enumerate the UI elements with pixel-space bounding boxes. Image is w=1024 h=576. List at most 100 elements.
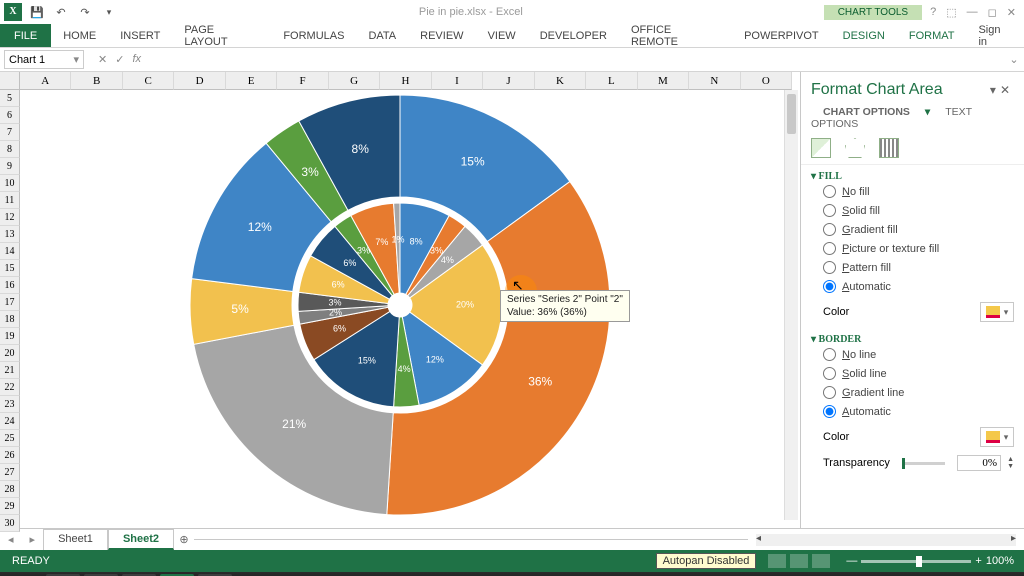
ribbon-ctx-tab-design[interactable]: DESIGN xyxy=(831,24,897,47)
row-26[interactable]: 26 xyxy=(0,447,20,464)
undo-icon[interactable]: ↶ xyxy=(52,3,70,21)
minimize-icon[interactable]: — xyxy=(967,6,978,19)
name-box-dropdown-icon[interactable]: ▾ xyxy=(73,53,79,66)
border-option-automatic[interactable]: Automatic xyxy=(811,402,1014,421)
pane-dropdown-icon[interactable]: ▾ xyxy=(990,83,1000,97)
fill-color-button[interactable] xyxy=(980,302,1014,322)
save-icon[interactable]: 💾 xyxy=(28,3,46,21)
row-28[interactable]: 28 xyxy=(0,481,20,498)
col-L[interactable]: L xyxy=(586,72,637,90)
start-button[interactable] xyxy=(4,572,40,576)
horizontal-scrollbar[interactable] xyxy=(756,534,1016,546)
sign-in-link[interactable]: Sign in xyxy=(966,24,1024,47)
cancel-formula-icon[interactable]: ✕ xyxy=(98,53,107,66)
page-break-view-button[interactable] xyxy=(812,554,830,568)
chart-object[interactable]: 15%36%21%5%12%3%8%8%3%4%20%12%4%15%6%2%3… xyxy=(30,90,770,520)
help-icon[interactable]: ? xyxy=(930,6,936,19)
col-O[interactable]: O xyxy=(741,72,792,90)
col-C[interactable]: C xyxy=(123,72,174,90)
transparency-spin-up[interactable]: ▲ xyxy=(1007,456,1014,463)
pane-tab-chart-options[interactable]: CHART OPTIONS ▾ xyxy=(811,106,930,118)
size-properties-icon[interactable] xyxy=(879,138,899,158)
qat-more-icon[interactable]: ▾ xyxy=(100,3,118,21)
fill-section-header[interactable]: FILL xyxy=(811,171,1014,182)
ribbon-tab-developer[interactable]: DEVELOPER xyxy=(528,24,619,47)
page-layout-view-button[interactable] xyxy=(790,554,808,568)
col-D[interactable]: D xyxy=(174,72,225,90)
normal-view-button[interactable] xyxy=(768,554,786,568)
name-box[interactable]: Chart 1 ▾ xyxy=(4,50,84,69)
col-F[interactable]: F xyxy=(277,72,328,90)
ribbon-tab-data[interactable]: DATA xyxy=(356,24,408,47)
row-8[interactable]: 8 xyxy=(0,141,20,158)
col-I[interactable]: I xyxy=(432,72,483,90)
fill-option-automatic[interactable]: Automatic xyxy=(811,277,1014,296)
row-16[interactable]: 16 xyxy=(0,277,20,294)
row-27[interactable]: 27 xyxy=(0,464,20,481)
row-11[interactable]: 11 xyxy=(0,192,20,209)
fill-option-no-fill[interactable]: No fill xyxy=(811,182,1014,201)
row-17[interactable]: 17 xyxy=(0,294,20,311)
row-21[interactable]: 21 xyxy=(0,362,20,379)
transparency-slider[interactable] xyxy=(902,462,945,465)
ribbon-tab-view[interactable]: VIEW xyxy=(476,24,528,47)
ribbon-tab-home[interactable]: HOME xyxy=(51,24,108,47)
fill-option-pattern-fill[interactable]: Pattern fill xyxy=(811,258,1014,277)
col-G[interactable]: G xyxy=(329,72,380,90)
row-25[interactable]: 25 xyxy=(0,430,20,447)
row-7[interactable]: 7 xyxy=(0,124,20,141)
border-option-gradient-line[interactable]: Gradient line xyxy=(811,383,1014,402)
fill-option-gradient-fill[interactable]: Gradient fill xyxy=(811,220,1014,239)
border-section-header[interactable]: BORDER xyxy=(811,334,1014,345)
sheet-tab-sheet1[interactable]: Sheet1 xyxy=(43,529,108,550)
pane-close-icon[interactable]: ✕ xyxy=(1000,83,1014,97)
row-5[interactable]: 5 xyxy=(0,90,20,107)
vertical-scrollbar[interactable] xyxy=(784,90,798,520)
row-15[interactable]: 15 xyxy=(0,260,20,277)
select-all-cell[interactable] xyxy=(0,72,20,90)
row-24[interactable]: 24 xyxy=(0,413,20,430)
row-19[interactable]: 19 xyxy=(0,328,20,345)
transparency-spin-down[interactable]: ▼ xyxy=(1007,463,1014,470)
row-headers[interactable]: 5678910111213141516171819202122232425262… xyxy=(0,90,20,528)
col-K[interactable]: K xyxy=(535,72,586,90)
ribbon-tab-page-layout[interactable]: PAGE LAYOUT xyxy=(172,24,271,47)
col-E[interactable]: E xyxy=(226,72,277,90)
row-14[interactable]: 14 xyxy=(0,243,20,260)
sheet-nav-next-icon[interactable]: ▸ xyxy=(22,533,44,546)
row-9[interactable]: 9 xyxy=(0,158,20,175)
zoom-in-button[interactable]: + xyxy=(975,555,981,567)
ribbon-ctx-tab-format[interactable]: FORMAT xyxy=(897,24,967,47)
row-10[interactable]: 10 xyxy=(0,175,20,192)
redo-icon[interactable]: ↷ xyxy=(76,3,94,21)
ribbon-display-icon[interactable]: ⬚ xyxy=(946,6,956,19)
row-18[interactable]: 18 xyxy=(0,311,20,328)
maximize-icon[interactable]: ◻ xyxy=(988,6,997,19)
ribbon-tab-review[interactable]: REVIEW xyxy=(408,24,475,47)
col-A[interactable]: A xyxy=(20,72,71,90)
zoom-out-button[interactable]: — xyxy=(846,555,857,567)
row-22[interactable]: 22 xyxy=(0,379,20,396)
row-23[interactable]: 23 xyxy=(0,396,20,413)
ribbon-tab-office-remote[interactable]: OFFICE REMOTE xyxy=(619,24,732,47)
row-29[interactable]: 29 xyxy=(0,498,20,515)
file-tab[interactable]: FILE xyxy=(0,24,51,47)
enter-formula-icon[interactable]: ✓ xyxy=(115,53,124,66)
ribbon-tab-powerpivot[interactable]: POWERPIVOT xyxy=(732,24,831,47)
ribbon-tab-insert[interactable]: INSERT xyxy=(108,24,172,47)
row-30[interactable]: 30 xyxy=(0,515,20,532)
effects-icon[interactable] xyxy=(845,138,865,158)
transparency-input[interactable] xyxy=(957,455,1001,471)
row-12[interactable]: 12 xyxy=(0,209,20,226)
fill-and-line-icon[interactable] xyxy=(811,138,831,158)
row-20[interactable]: 20 xyxy=(0,345,20,362)
ribbon-tab-formulas[interactable]: FORMULAS xyxy=(271,24,356,47)
row-13[interactable]: 13 xyxy=(0,226,20,243)
new-sheet-button[interactable]: ⊕ xyxy=(174,533,194,546)
sheet-tab-sheet2[interactable]: Sheet2 xyxy=(108,529,174,550)
border-color-button[interactable] xyxy=(980,427,1014,447)
close-icon[interactable]: ✕ xyxy=(1007,6,1016,19)
border-option-solid-line[interactable]: Solid line xyxy=(811,364,1014,383)
col-J[interactable]: J xyxy=(483,72,534,90)
fx-icon[interactable]: fx xyxy=(132,53,141,66)
